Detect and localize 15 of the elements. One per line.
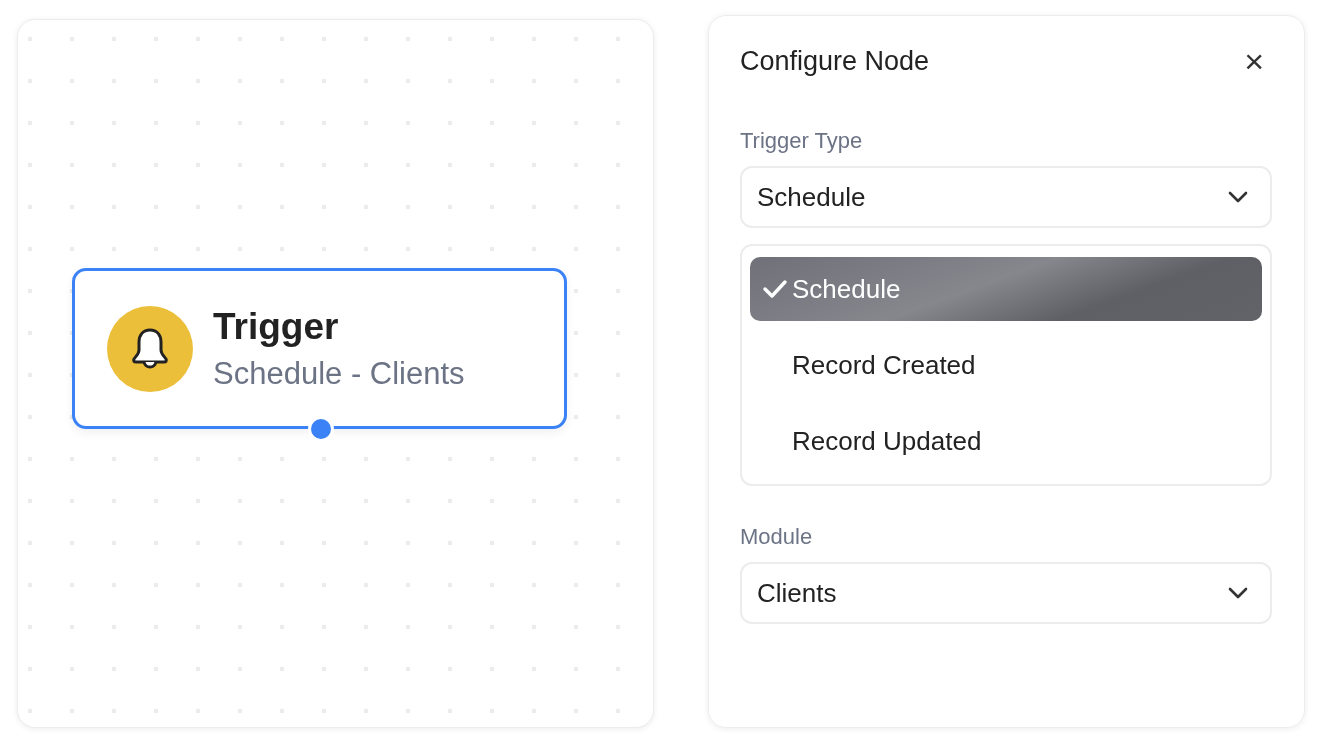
select-field[interactable]: Clients [740,562,1272,624]
node-subtitle: Schedule - Clients [213,355,465,392]
checkmark-icon [762,279,788,299]
dropdown-option[interactable]: Record Created [750,333,1262,397]
dropdown-option[interactable]: Schedule [750,257,1262,321]
select-field[interactable]: Schedule [740,166,1272,228]
field-label: Module [740,524,813,550]
trigger-node[interactable]: Trigger Schedule - Clients [72,268,567,429]
chevron-down-icon [1228,191,1248,203]
dropdown-option[interactable]: Record Updated [750,409,1262,473]
field-label: Trigger Type [740,128,863,154]
chevron-down-icon [1228,587,1248,599]
panel-title: Configure Node [740,45,930,77]
node-title: Trigger [213,305,339,348]
close-button[interactable]: × [1236,44,1272,78]
